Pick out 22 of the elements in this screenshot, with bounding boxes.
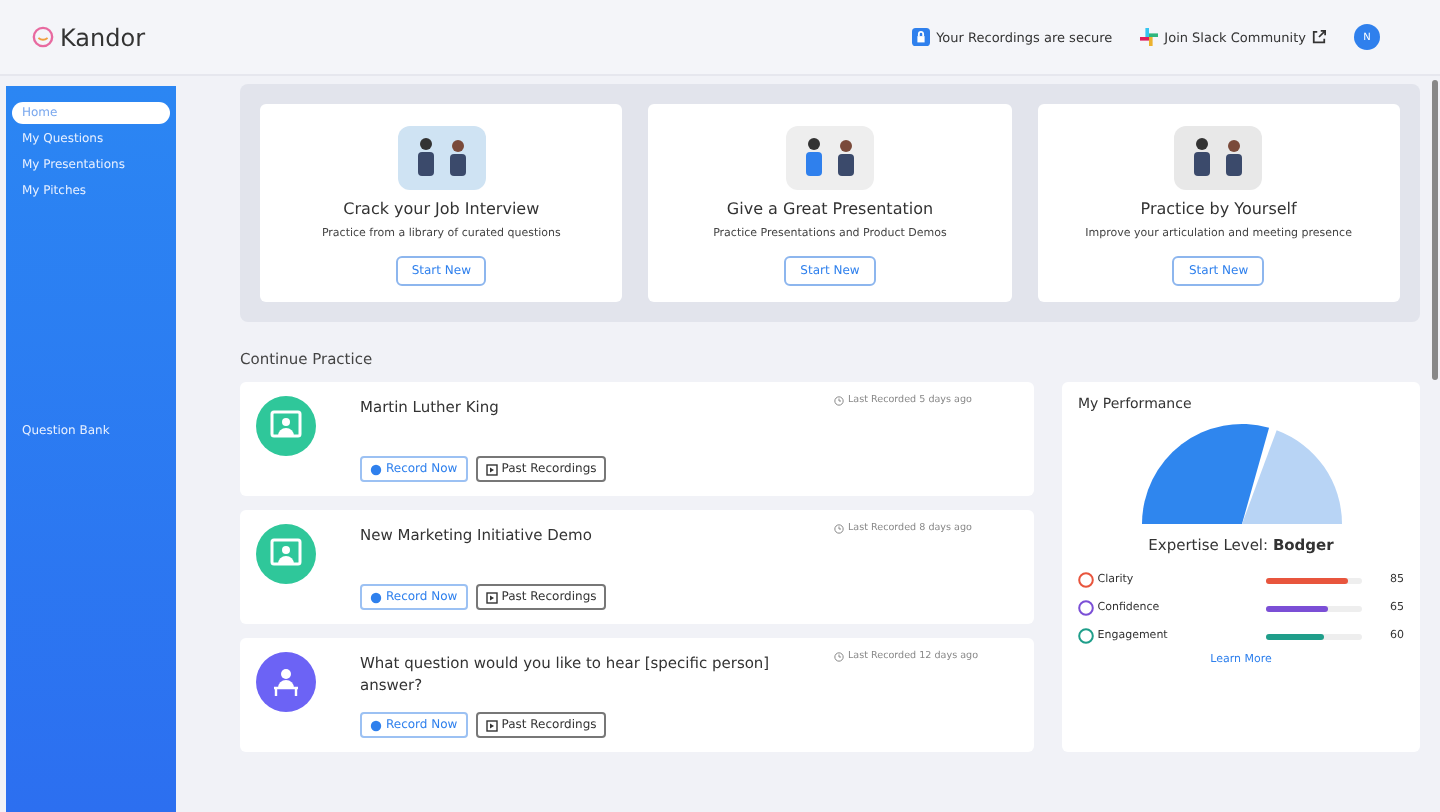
- record-icon: [370, 463, 382, 475]
- record-icon: [370, 591, 382, 603]
- play-screen-icon: [485, 463, 498, 475]
- card-title: Crack your Job Interview: [343, 200, 540, 218]
- clock-icon: [834, 524, 844, 534]
- logo[interactable]: Kandor: [32, 23, 885, 51]
- lock-icon: [912, 28, 931, 46]
- illustration-drawing: [393, 124, 490, 192]
- play-screen-icon: [485, 719, 498, 731]
- external-link-icon: [1312, 30, 1326, 44]
- screen-person-icon: [270, 410, 302, 442]
- clock-icon: [834, 652, 844, 662]
- record-icon: [370, 719, 382, 731]
- play-screen-icon: [485, 591, 498, 603]
- card-title: Give a Great Presentation: [726, 200, 934, 218]
- clock-icon: [834, 396, 844, 406]
- illustration-drawing: [1170, 124, 1267, 192]
- screen-person-icon: [270, 538, 302, 570]
- illustration-drawing: [781, 124, 878, 192]
- hash-grid-icon: [1140, 28, 1159, 46]
- card-title: Practice by Yourself: [1140, 200, 1297, 218]
- person-at-desk-icon: [270, 666, 302, 698]
